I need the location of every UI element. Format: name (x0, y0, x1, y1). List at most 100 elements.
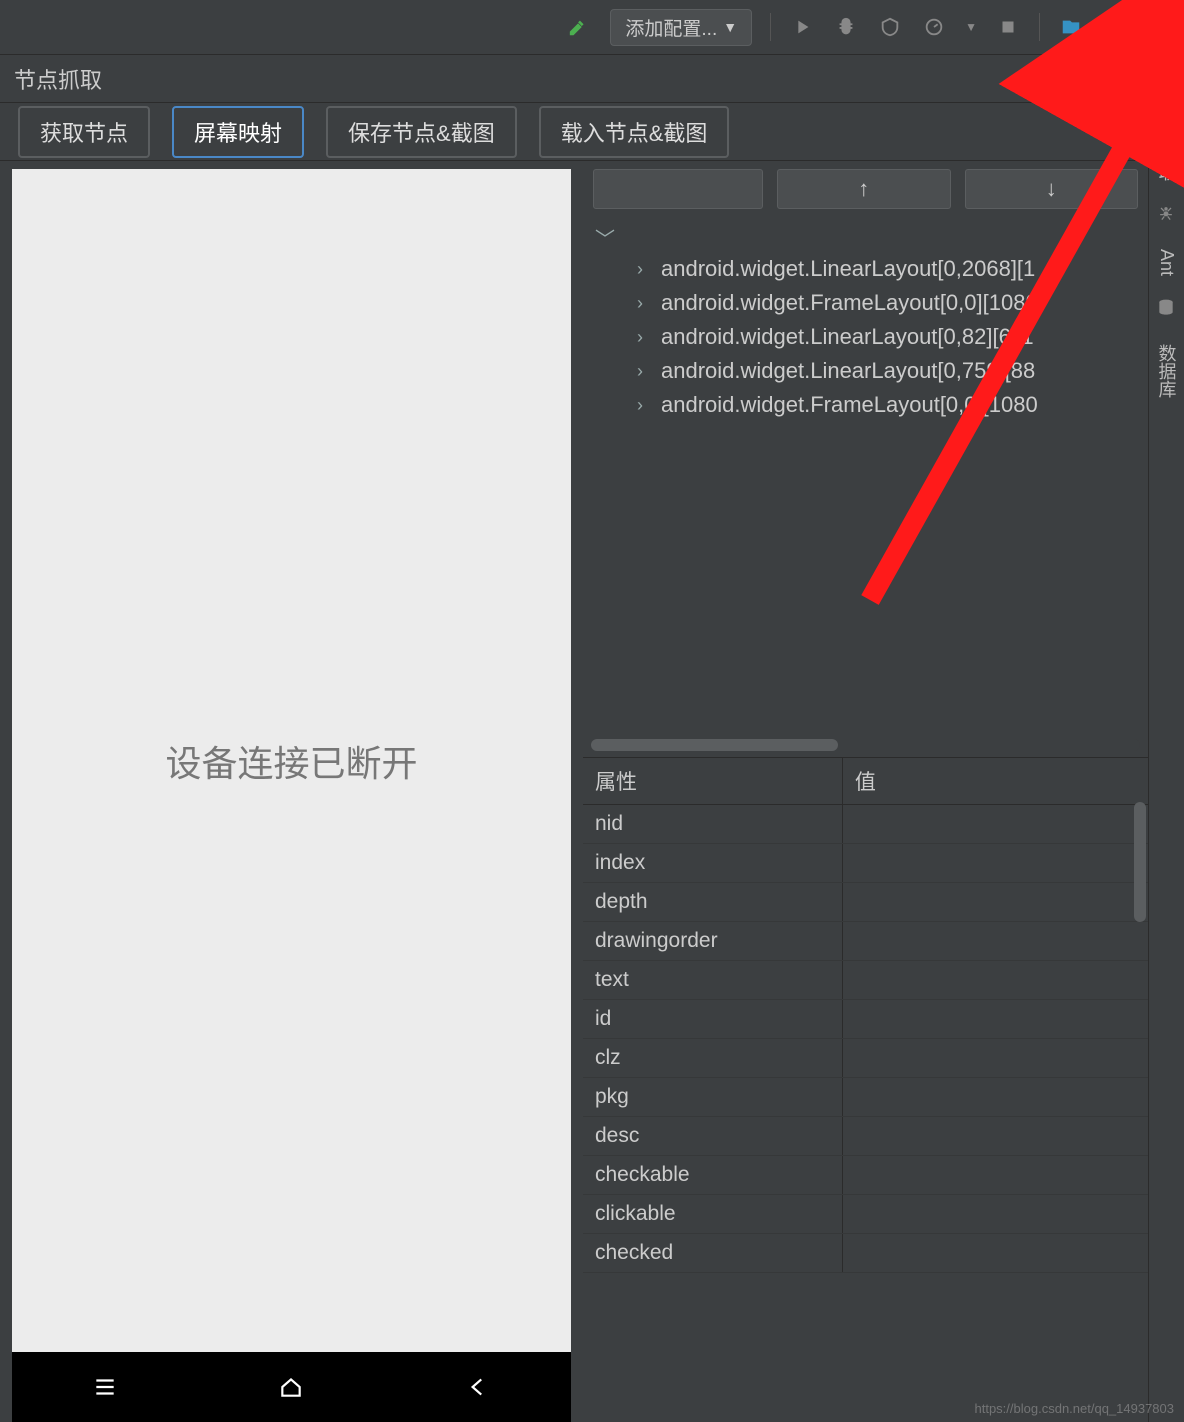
tree-row: › android.widget.LinearLayout[0,759][88 (591, 354, 1142, 388)
ant-icon[interactable] (1156, 203, 1178, 225)
property-header: 属性 值 (583, 758, 1148, 805)
device-status-text: 设备连接已断开 (165, 735, 417, 787)
tree-item-label[interactable]: android.widget.LinearLayout[0,759][88 (661, 358, 1035, 384)
nav-home-icon[interactable] (276, 1372, 306, 1402)
chevron-right-icon[interactable]: › (637, 361, 651, 382)
watermark: https://blog.csdn.net/qq_14937803 (975, 1401, 1175, 1416)
property-row[interactable]: clickable (583, 1195, 1148, 1234)
tab-database[interactable]: 数据库 (1154, 342, 1180, 398)
run-config-dropdown[interactable]: 添加配置...▼ (610, 9, 752, 46)
minimize-icon[interactable] (1108, 66, 1134, 92)
run-config-label: 添加配置... (625, 14, 717, 41)
project-structure-icon[interactable] (1058, 14, 1084, 40)
property-row[interactable]: desc (583, 1117, 1148, 1156)
panel-header: 节点抓取 (0, 55, 1148, 103)
tree-nav-blank[interactable] (593, 169, 763, 209)
tab-node-capture[interactable]: 节点抓取 (1154, 107, 1180, 181)
fetch-nodes-button[interactable]: 获取节点 (18, 106, 150, 158)
property-row[interactable]: checkable (583, 1156, 1148, 1195)
tree-row: › android.widget.FrameLayout[0,0][1080 (591, 388, 1142, 422)
tree-item-label[interactable]: android.widget.LinearLayout[0,2068][1 (661, 256, 1035, 282)
database-icon[interactable] (1156, 298, 1178, 320)
device-navbar (12, 1352, 571, 1422)
property-row[interactable]: depth (583, 883, 1148, 922)
property-row[interactable]: drawingorder (583, 922, 1148, 961)
tree-row: › android.widget.LinearLayout[0,2068][1 (591, 252, 1142, 286)
property-body: nidindexdepthdrawingordertextidclzpkgdes… (583, 805, 1148, 1273)
tree-item-label[interactable]: android.widget.FrameLayout[0,0][1080 (661, 290, 1038, 316)
run-window-icon[interactable] (1102, 14, 1128, 40)
nav-menu-icon[interactable] (90, 1372, 120, 1402)
chevron-right-icon[interactable]: › (637, 327, 651, 348)
top-toolbar: 添加配置...▼ ▼ (0, 0, 1184, 55)
hammer-icon[interactable] (566, 14, 592, 40)
nav-back-icon[interactable] (463, 1372, 493, 1402)
property-v-scrollbar[interactable] (1134, 802, 1146, 1200)
actions-row: 获取节点 屏幕映射 保存节点&截图 载入节点&截图 (0, 103, 1148, 161)
load-nodes-button[interactable]: 载入节点&截图 (539, 106, 730, 158)
property-row[interactable]: pkg (583, 1078, 1148, 1117)
tab-ant[interactable]: Ant (1156, 247, 1177, 276)
property-value (843, 922, 1148, 960)
property-name: desc (583, 1117, 843, 1155)
col-attr: 属性 (583, 758, 843, 804)
property-value (843, 1000, 1148, 1038)
property-row[interactable]: index (583, 844, 1148, 883)
panel-title: 节点抓取 (14, 63, 1054, 95)
property-name: id (583, 1000, 843, 1038)
property-value (843, 1039, 1148, 1077)
tree-column: ↑ ↓ ﹀ › android.widget.LinearLayout[0,206… (583, 161, 1148, 1422)
right-sidebar: 节点抓取 Ant 数据库 (1148, 55, 1184, 1422)
property-name: clickable (583, 1195, 843, 1233)
tree-nav-down[interactable]: ↓ (965, 169, 1139, 209)
chevron-right-icon[interactable]: › (637, 293, 651, 314)
divider (1039, 13, 1040, 41)
property-value (843, 1234, 1148, 1272)
property-value (843, 961, 1148, 999)
property-value (843, 805, 1148, 843)
property-row[interactable]: text (583, 961, 1148, 1000)
property-value (843, 1117, 1148, 1155)
tree-h-scrollbar[interactable] (591, 739, 1140, 751)
chevron-down-icon[interactable]: ﹀ (595, 223, 1142, 252)
device-preview: 设备连接已断开 (12, 169, 571, 1352)
divider (770, 13, 771, 41)
property-row[interactable]: nid (583, 805, 1148, 844)
profile-icon[interactable] (921, 14, 947, 40)
extension-icon[interactable] (1156, 63, 1178, 85)
property-row[interactable]: clz (583, 1039, 1148, 1078)
main-split: 设备连接已断开 ↑ ↓ ﹀ › android.widget.LinearLayo… (0, 161, 1148, 1422)
property-row[interactable]: id (583, 1000, 1148, 1039)
property-name: text (583, 961, 843, 999)
property-name: index (583, 844, 843, 882)
tree-item-label[interactable]: android.widget.FrameLayout[0,0][1080 (661, 392, 1038, 418)
run-icon[interactable] (789, 14, 815, 40)
node-tree[interactable]: ﹀ › android.widget.LinearLayout[0,2068][1… (583, 217, 1148, 737)
tree-nav-up[interactable]: ↑ (777, 169, 951, 209)
property-value (843, 844, 1148, 882)
search-icon[interactable] (1146, 14, 1172, 40)
tree-item-label[interactable]: android.widget.LinearLayout[0,82][611 (661, 324, 1034, 350)
property-name: checkable (583, 1156, 843, 1194)
chevron-right-icon[interactable]: › (637, 259, 651, 280)
coverage-icon[interactable] (877, 14, 903, 40)
device-column: 设备连接已断开 (0, 161, 583, 1422)
property-name: drawingorder (583, 922, 843, 960)
property-name: pkg (583, 1078, 843, 1116)
col-val: 值 (843, 758, 1148, 804)
save-nodes-button[interactable]: 保存节点&截图 (326, 106, 517, 158)
property-name: checked (583, 1234, 843, 1272)
property-name: nid (583, 805, 843, 843)
tree-row: › android.widget.FrameLayout[0,0][1080 (591, 286, 1142, 320)
screen-mirror-button[interactable]: 屏幕映射 (172, 106, 304, 158)
debug-icon[interactable] (833, 14, 859, 40)
stop-icon[interactable] (995, 14, 1021, 40)
chevron-right-icon[interactable]: › (637, 395, 651, 416)
property-row[interactable]: checked (583, 1234, 1148, 1273)
tree-row: › android.widget.LinearLayout[0,82][611 (591, 320, 1142, 354)
property-value (843, 1078, 1148, 1116)
property-name: depth (583, 883, 843, 921)
property-name: clz (583, 1039, 843, 1077)
property-value (843, 1156, 1148, 1194)
gear-icon[interactable] (1068, 66, 1094, 92)
